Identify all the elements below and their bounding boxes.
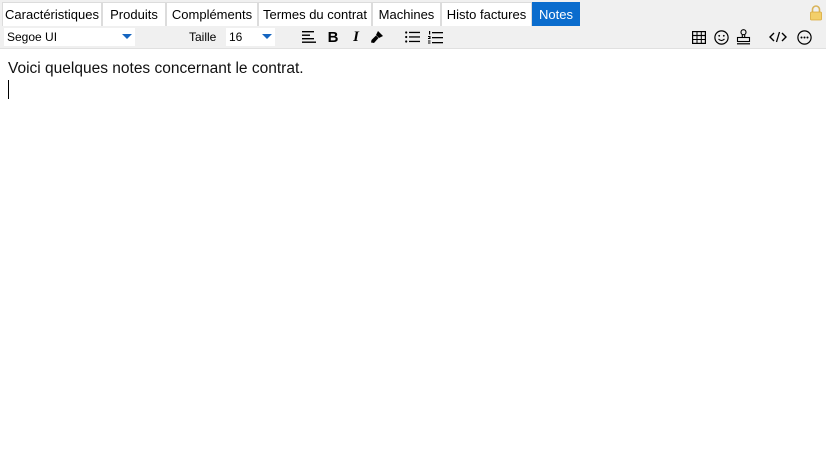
- editor-content[interactable]: Voici quelques notes concernant le contr…: [8, 59, 304, 79]
- tab-complements[interactable]: Compléments: [166, 2, 258, 26]
- numbered-list-icon: [427, 30, 443, 43]
- insert-emoji-button[interactable]: [711, 27, 731, 47]
- emoji-icon: [713, 29, 729, 45]
- font-size-select[interactable]: 16: [226, 28, 275, 46]
- insert-table-button[interactable]: [689, 27, 709, 47]
- format-painter-icon: [371, 31, 383, 43]
- tab-produits[interactable]: Produits: [102, 2, 166, 26]
- tab-notes[interactable]: Notes: [532, 2, 580, 26]
- size-label: Taille: [189, 30, 217, 44]
- bullet-list-button[interactable]: [402, 27, 422, 47]
- numbered-list-button[interactable]: [425, 27, 445, 47]
- format-painter-button[interactable]: [367, 27, 387, 47]
- font-family-select[interactable]: Segoe UI: [4, 28, 135, 46]
- more-options-button[interactable]: [794, 27, 814, 47]
- tab-machines[interactable]: Machines: [372, 2, 441, 26]
- italic-button[interactable]: I: [346, 27, 366, 47]
- table-icon: [692, 30, 706, 44]
- tab-bar: Caractéristiques Produits Compléments Te…: [0, 0, 826, 26]
- chevron-down-icon: [122, 34, 132, 39]
- font-family-value: Segoe UI: [7, 30, 58, 44]
- font-size-value: 16: [229, 30, 243, 44]
- code-icon: [769, 31, 787, 43]
- editor-toolbar: Segoe UI Taille 16 B I: [0, 26, 826, 49]
- tab-caracteristiques[interactable]: Caractéristiques: [2, 2, 102, 26]
- source-code-button[interactable]: [768, 27, 788, 47]
- bullet-list-icon: [404, 31, 420, 43]
- align-left-icon: [302, 31, 316, 43]
- bold-button[interactable]: B: [323, 27, 343, 47]
- chevron-down-icon: [262, 34, 272, 39]
- lock-icon[interactable]: [808, 4, 824, 21]
- tab-termes-du-contrat[interactable]: Termes du contrat: [258, 2, 372, 26]
- align-left-button[interactable]: [299, 27, 319, 47]
- text-caret: [8, 80, 9, 99]
- more-icon: [796, 29, 812, 45]
- stamp-icon: [736, 29, 750, 45]
- stamp-button[interactable]: [733, 27, 753, 47]
- notes-editor[interactable]: Voici quelques notes concernant le contr…: [0, 49, 826, 461]
- tab-histo-factures[interactable]: Histo factures: [441, 2, 532, 26]
